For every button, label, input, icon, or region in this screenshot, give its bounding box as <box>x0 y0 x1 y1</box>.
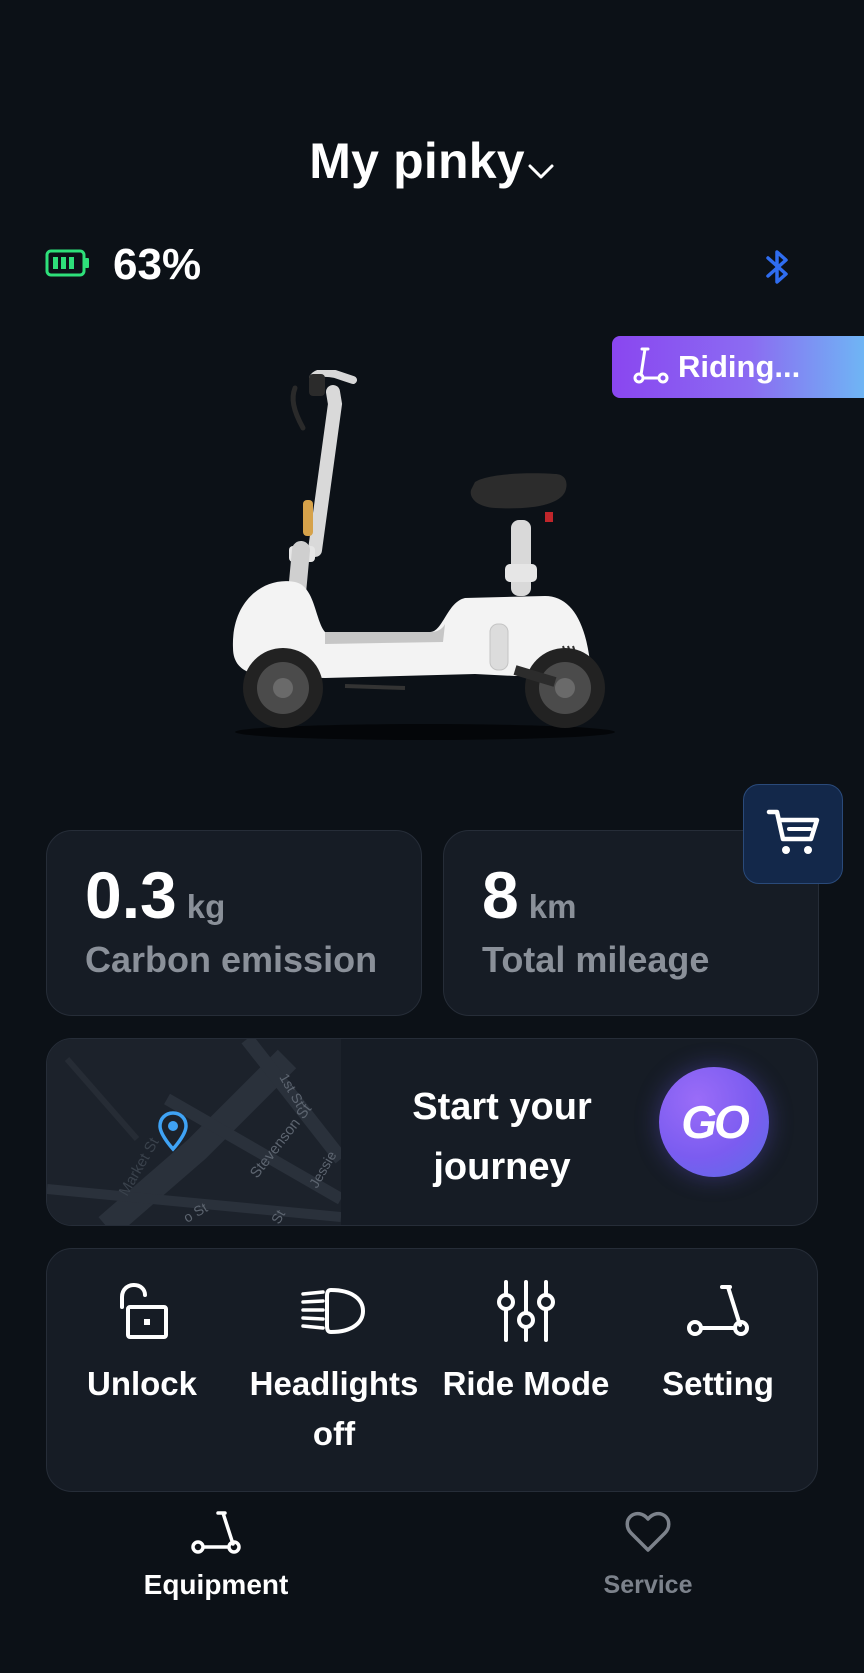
unlock-label: Unlock <box>86 1365 198 1402</box>
sliders-icon <box>431 1279 621 1343</box>
ride-mode-button[interactable]: Ride Mode <box>431 1279 621 1409</box>
bluetooth-icon[interactable] <box>760 247 794 292</box>
mileage-unit: km <box>528 888 577 925</box>
carbon-emission-card[interactable]: 0.3 kg Carbon emission <box>46 830 422 1016</box>
headlight-icon <box>239 1279 429 1343</box>
headlights-button[interactable]: Headlights off <box>239 1279 429 1459</box>
start-journey-text: Start your journey <box>412 1086 592 1188</box>
controls-panel: Unlock Headlights off Ride Mode Setting <box>46 1248 818 1492</box>
mini-map[interactable]: 1st St Stevenson St Market St Jessie St … <box>47 1039 347 1225</box>
battery-percent: 63% <box>113 240 202 289</box>
carbon-label: Carbon emission <box>85 939 378 980</box>
ride-mode-label: Ride Mode <box>442 1365 610 1402</box>
tab-service-label: Service <box>603 1571 693 1599</box>
cart-icon <box>766 807 820 862</box>
carbon-value: 0.3 <box>85 858 177 932</box>
go-label: GO <box>681 1096 750 1148</box>
carbon-unit: kg <box>186 888 226 925</box>
mileage-value: 8 <box>482 858 519 932</box>
tab-service[interactable]: Service <box>528 1510 768 1600</box>
riding-status-badge[interactable]: Riding... <box>612 336 864 398</box>
battery-icon <box>45 248 91 283</box>
chevron-down-icon <box>527 136 555 194</box>
scooter-icon <box>96 1510 336 1561</box>
go-button[interactable]: GO <box>659 1067 769 1177</box>
tab-equipment[interactable]: Equipment <box>96 1510 336 1601</box>
bottom-tab-bar: Equipment Service <box>0 1510 864 1673</box>
shop-cart-button[interactable] <box>743 784 843 884</box>
tab-equipment-label: Equipment <box>143 1569 289 1600</box>
scooter-icon <box>623 1279 813 1343</box>
unlock-icon <box>47 1279 237 1343</box>
battery-status: 63% <box>45 240 201 290</box>
headlights-label: Headlights off <box>249 1365 419 1452</box>
page-title: My pinky <box>309 133 525 189</box>
mileage-label: Total mileage <box>482 939 710 980</box>
riding-badge-label: Riding... <box>678 349 801 384</box>
scooter-image <box>225 368 645 750</box>
setting-button[interactable]: Setting <box>623 1279 813 1409</box>
setting-label: Setting <box>662 1365 774 1402</box>
start-journey-card[interactable]: 1st St Stevenson St Market St Jessie St … <box>46 1038 818 1226</box>
device-selector[interactable]: My pinky <box>0 132 864 194</box>
heart-icon <box>528 1510 768 1559</box>
unlock-button[interactable]: Unlock <box>47 1279 237 1409</box>
